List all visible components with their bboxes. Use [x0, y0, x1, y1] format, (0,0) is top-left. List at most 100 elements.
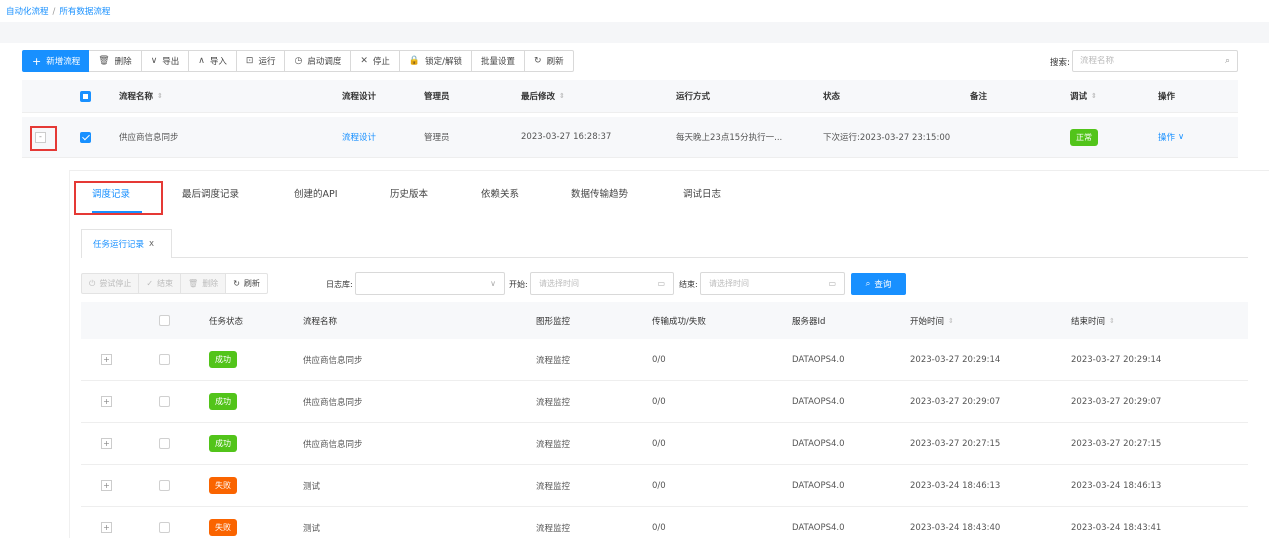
- expand-row-cell[interactable]: +: [101, 423, 112, 464]
- close-icon[interactable]: x: [149, 239, 154, 249]
- refresh-button[interactable]: ↻ 刷新: [525, 50, 574, 72]
- stop-button[interactable]: ✕ 停止: [351, 50, 400, 72]
- row-checkbox[interactable]: [159, 480, 170, 491]
- end-time: 2023-03-27 20:27:15: [1071, 438, 1162, 449]
- select-all-checkbox-cell[interactable]: [80, 80, 91, 112]
- finish-button[interactable]: ✓ 结束: [139, 273, 182, 294]
- flow-last-modified: 2023-03-27 16:28:37: [521, 132, 612, 142]
- row-checkbox[interactable]: [159, 522, 170, 533]
- debug-badge-cell: 正常: [1070, 117, 1098, 157]
- log-library-select[interactable]: ∨: [355, 272, 505, 295]
- row-checkbox[interactable]: [159, 438, 170, 449]
- tab-last-schedule-record[interactable]: 最后调度记录: [182, 186, 239, 200]
- expand-icon[interactable]: +: [101, 396, 112, 407]
- monitor-link[interactable]: 流程监控: [536, 465, 570, 506]
- check-icon: ✓: [146, 279, 154, 288]
- row-checkbox-cell[interactable]: [80, 117, 91, 157]
- sort-icon[interactable]: ⇕: [157, 92, 163, 100]
- end-time: 2023-03-24 18:46:13: [1071, 480, 1162, 491]
- row-checkbox[interactable]: [159, 354, 170, 365]
- flow-row: - 供应商信息同步 流程设计 管理员 2023-03-27 16:28:37 每…: [22, 117, 1238, 158]
- server-id: DATAOPS4.0: [792, 396, 845, 407]
- expand-icon[interactable]: +: [101, 522, 112, 533]
- expand-row-cell[interactable]: +: [101, 339, 112, 380]
- tab-created-api[interactable]: 创建的API: [294, 186, 338, 200]
- breadcrumb-current[interactable]: 所有数据流程: [59, 7, 110, 17]
- monitor-link[interactable]: 流程监控: [536, 339, 570, 380]
- monitor-link[interactable]: 流程监控: [536, 423, 570, 464]
- col-name[interactable]: 流程名称 ⇕: [119, 80, 163, 112]
- server-id: DATAOPS4.0: [792, 480, 845, 491]
- try-stop-button[interactable]: ⏻ 尝试停止: [81, 273, 140, 294]
- query-label: 查询: [874, 280, 892, 290]
- clock-icon: ◷: [294, 56, 303, 66]
- expand-icon[interactable]: +: [101, 354, 112, 365]
- delete-button[interactable]: 🗑 删除: [89, 50, 142, 72]
- batch-settings-button[interactable]: 批量设置: [472, 50, 526, 72]
- flow-design-link[interactable]: 流程设计: [342, 117, 376, 157]
- import-button[interactable]: ∧ 导入: [189, 50, 237, 72]
- start-time-picker[interactable]: 请选择时间 ▭: [530, 272, 674, 295]
- expand-icon[interactable]: +: [101, 480, 112, 491]
- row-checkbox[interactable]: [80, 131, 91, 143]
- flow-run-mode: 每天晚上23点15分执行一...: [676, 133, 783, 143]
- breadcrumb-separator: /: [52, 7, 56, 17]
- start-time: 2023-03-27 20:27:15: [910, 438, 1001, 449]
- task-delete-button[interactable]: 🗑 删除: [181, 273, 227, 294]
- collapse-highlight-frame: [30, 126, 57, 151]
- query-button[interactable]: ⌕ 查询: [851, 273, 906, 295]
- tab-transfer-trend[interactable]: 数据传输趋势: [571, 186, 628, 200]
- monitor-link[interactable]: 流程监控: [536, 381, 570, 422]
- expand-row-cell[interactable]: +: [101, 507, 112, 538]
- row-checkbox-cell[interactable]: [159, 507, 170, 538]
- calendar-icon: ▭: [828, 279, 836, 288]
- table-row: + 失败 测试 流程监控 0/0 DATAOPS4.0 2023-03-24 1…: [81, 507, 1248, 538]
- breadcrumb-root[interactable]: 自动化流程: [6, 7, 49, 17]
- task-select-all-checkbox[interactable]: [159, 315, 170, 326]
- task-select-all-cell[interactable]: [159, 302, 170, 339]
- expand-row-cell[interactable]: +: [101, 465, 112, 506]
- tab-debug-log[interactable]: 调试日志: [683, 186, 721, 200]
- col-end-time[interactable]: 结束时间 ⇕: [1071, 302, 1115, 339]
- start-schedule-label: 启动调度: [307, 57, 342, 67]
- col-start-time[interactable]: 开始时间 ⇕: [910, 302, 954, 339]
- sort-icon[interactable]: ⇕: [1109, 317, 1115, 325]
- row-checkbox-cell[interactable]: [159, 423, 170, 464]
- col-debug[interactable]: 调试 ⇕: [1070, 80, 1097, 112]
- start-schedule-button[interactable]: ◷ 启动调度: [285, 50, 352, 72]
- select-all-checkbox[interactable]: [80, 90, 91, 102]
- lock-unlock-button[interactable]: 🔒 锁定/解锁: [399, 50, 472, 72]
- row-checkbox-cell[interactable]: [159, 465, 170, 506]
- col-start-time-label: 开始时间: [910, 316, 945, 327]
- search-box[interactable]: ⌕: [1072, 50, 1238, 72]
- sort-icon[interactable]: ⇕: [559, 92, 565, 100]
- row-checkbox[interactable]: [159, 396, 170, 407]
- chevron-down-icon: ∨: [1178, 132, 1185, 142]
- sort-icon[interactable]: ⇕: [948, 317, 954, 325]
- task-refresh-button[interactable]: ↻ 刷新: [226, 273, 268, 294]
- tab-history-versions[interactable]: 历史版本: [390, 186, 428, 200]
- end-time: 2023-03-24 18:43:41: [1071, 522, 1162, 533]
- col-last-modified[interactable]: 最后修改 ⇕: [521, 80, 565, 112]
- run-button[interactable]: ⊡ 运行: [236, 50, 286, 72]
- sort-icon[interactable]: ⇕: [1091, 92, 1097, 100]
- expand-row-cell[interactable]: +: [101, 381, 112, 422]
- end-time-label: 结束:: [679, 280, 698, 289]
- end-time-picker[interactable]: 请选择时间 ▭: [700, 272, 845, 295]
- col-end-time-label: 结束时间: [1071, 316, 1106, 327]
- tab-dependencies[interactable]: 依赖关系: [481, 186, 519, 200]
- status-cell: 成功: [209, 423, 237, 464]
- new-flow-button[interactable]: + 新增流程: [22, 50, 90, 72]
- status-cell: 失败: [209, 465, 237, 506]
- row-checkbox-cell[interactable]: [159, 381, 170, 422]
- task-name: 供应商信息同步: [303, 439, 363, 450]
- row-checkbox-cell[interactable]: [159, 339, 170, 380]
- try-stop-label: 尝试停止: [99, 279, 132, 288]
- monitor-link[interactable]: 流程监控: [536, 507, 570, 538]
- action-dropdown[interactable]: 操作 ∨: [1158, 117, 1184, 157]
- subtab-task-run-records[interactable]: 任务运行记录 x: [81, 229, 172, 258]
- search-icon[interactable]: ⌕: [1225, 56, 1230, 66]
- export-button[interactable]: ∨ 导出: [141, 50, 190, 72]
- expand-icon[interactable]: +: [101, 438, 112, 449]
- search-input[interactable]: [1080, 56, 1225, 66]
